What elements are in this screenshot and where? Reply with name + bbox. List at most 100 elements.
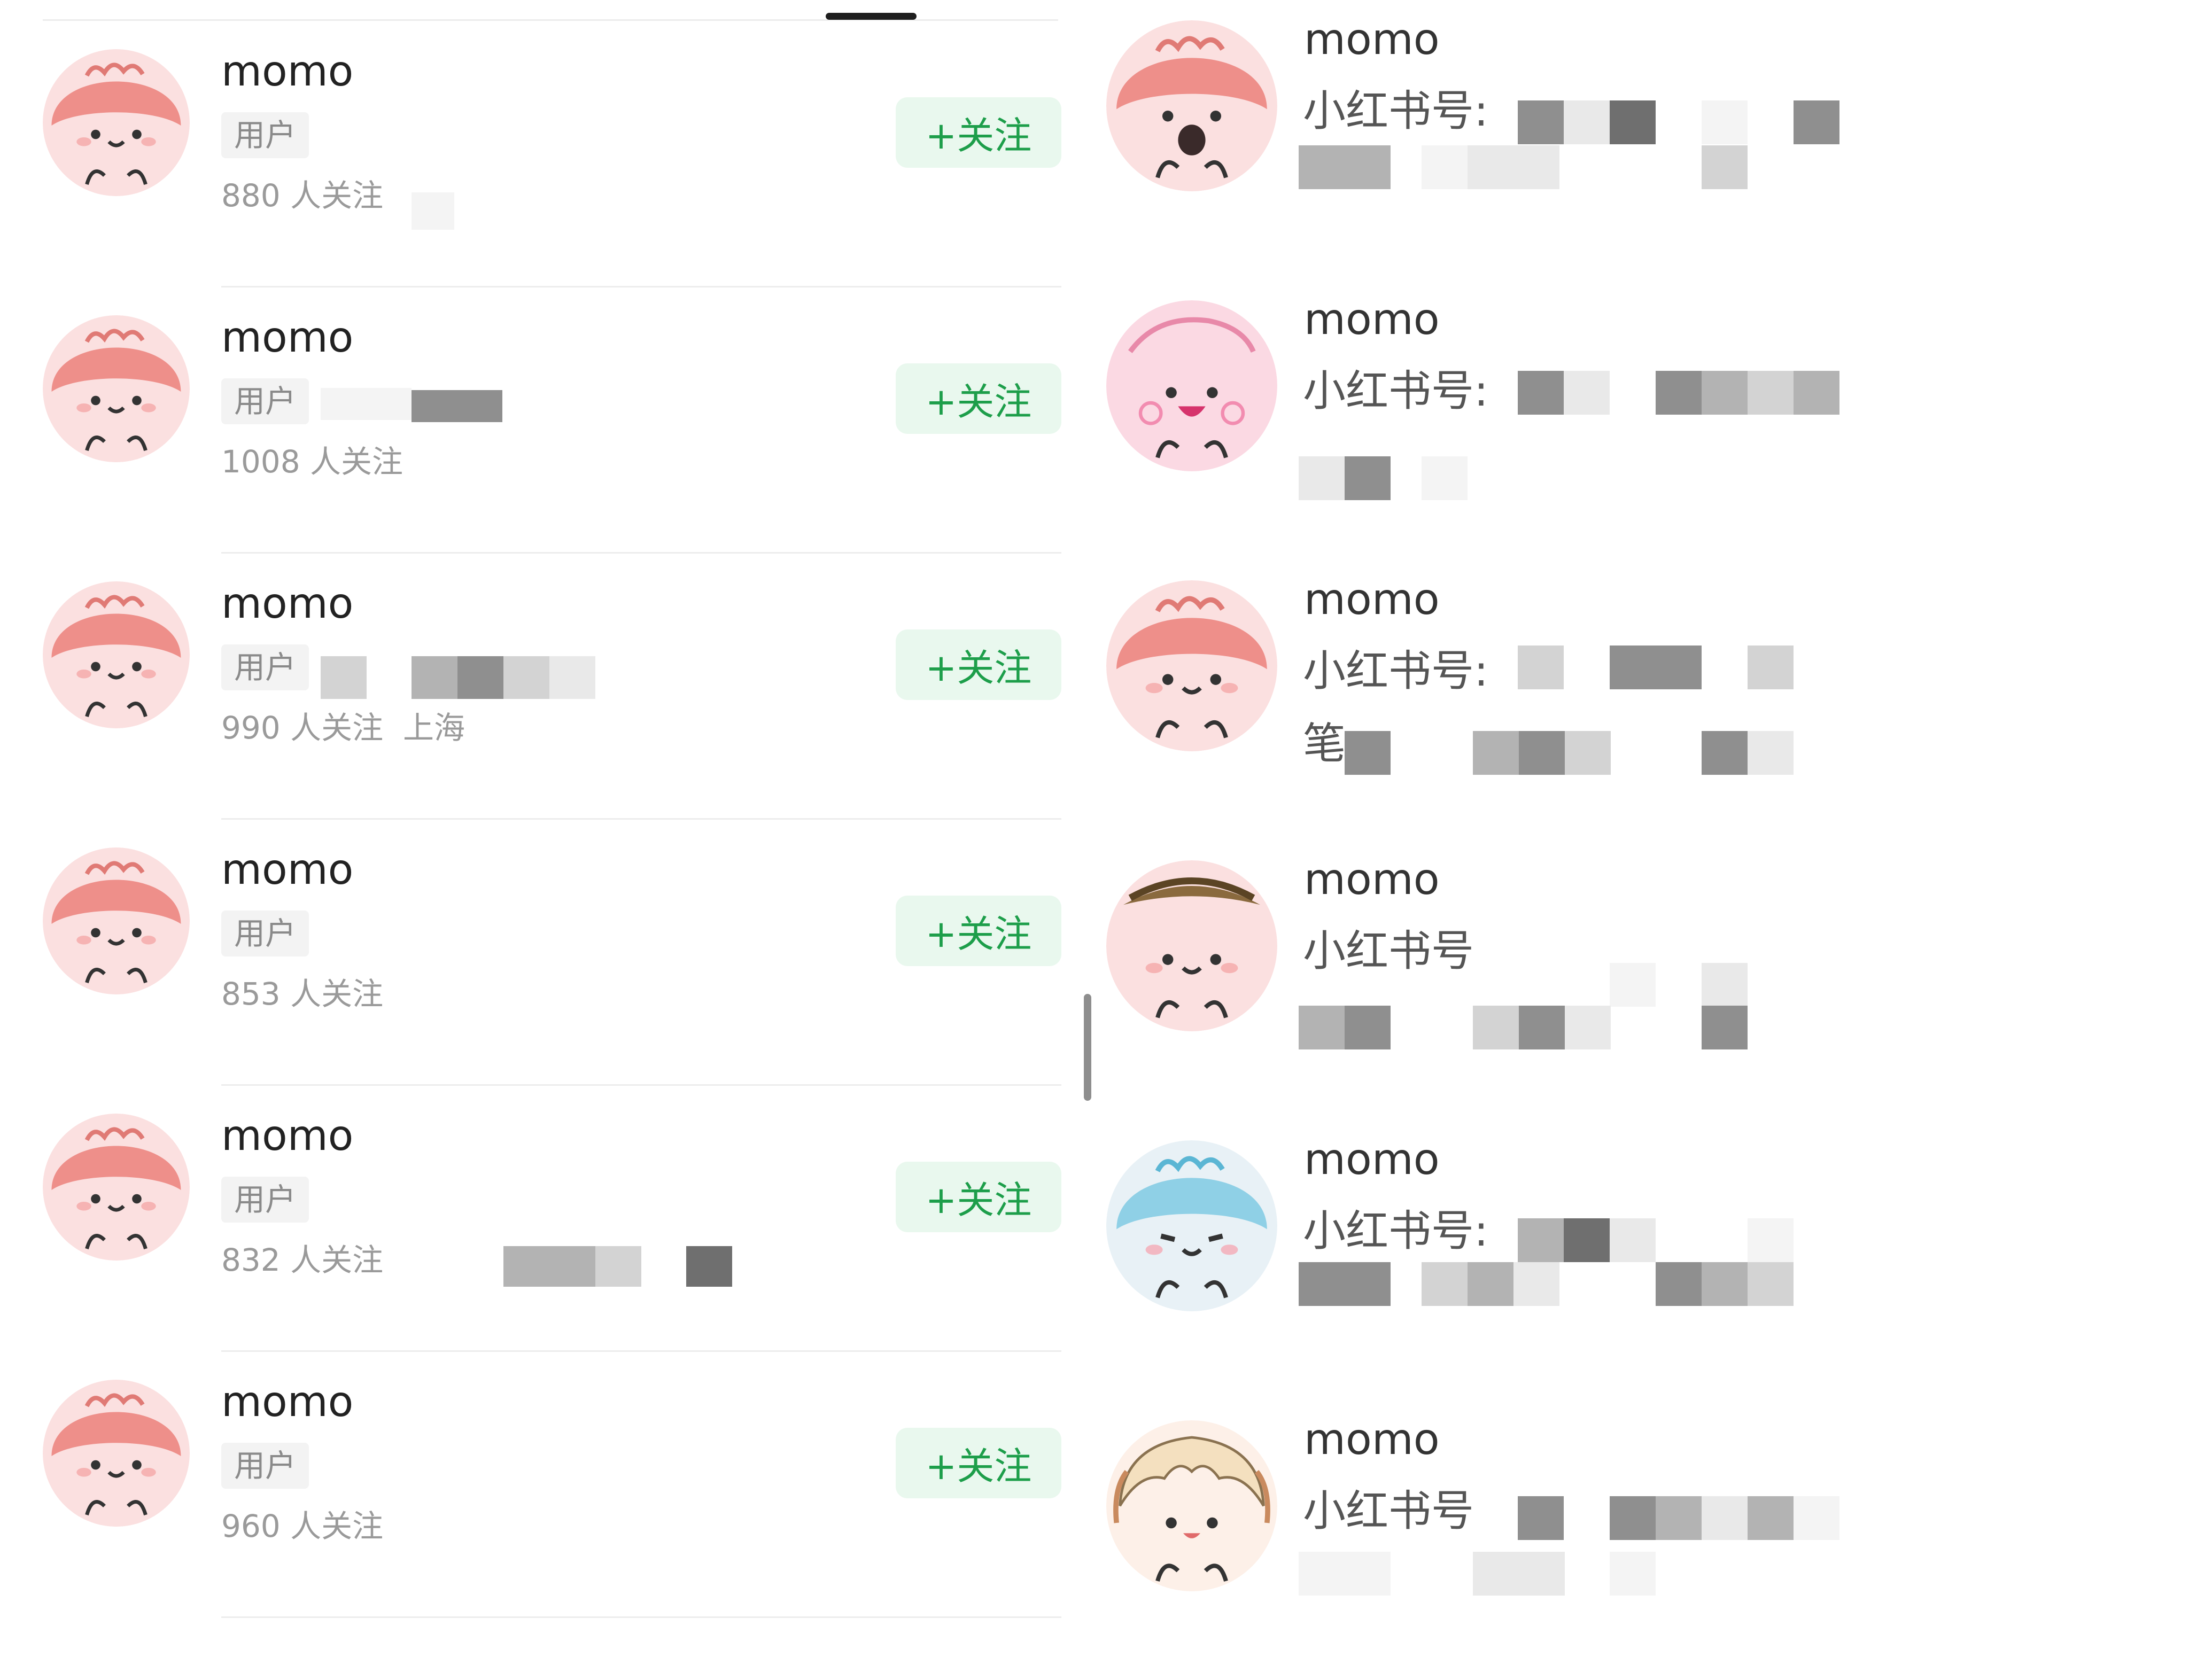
mosaic-block (1564, 1218, 1610, 1262)
user-avatar[interactable] (43, 1114, 190, 1261)
user-avatar[interactable] (43, 1380, 190, 1527)
mosaic-block (1748, 1496, 1794, 1540)
user-name[interactable]: momo (221, 1111, 353, 1162)
location-text: 上海 (403, 710, 465, 746)
mosaic-block (1748, 1218, 1794, 1262)
user-row[interactable]: momo 用户 853 人关注 +关注 (0, 820, 1069, 1086)
mosaic-block (1518, 1496, 1564, 1540)
mosaic-block (549, 656, 595, 699)
mosaic-block (321, 388, 412, 420)
momo-avatar-icon (43, 315, 190, 462)
mosaic-block (1794, 1496, 1839, 1540)
user-avatar[interactable] (1106, 20, 1277, 191)
user-name[interactable]: momo (221, 1378, 353, 1428)
follow-button[interactable]: +关注 (896, 97, 1061, 168)
result-row[interactable]: momo 小红书号 (1101, 840, 2189, 1120)
user-type-tag: 用户 (221, 112, 309, 158)
mosaic-block (1299, 1262, 1391, 1306)
mosaic-block (1518, 1218, 1564, 1262)
xiaohongshu-id-label: 小红书号: (1303, 646, 1488, 696)
follower-count: 1008 人关注 (221, 444, 403, 480)
mosaic-block (1345, 1006, 1391, 1049)
mosaic-block (1513, 1262, 1559, 1306)
user-avatar[interactable] (43, 315, 190, 462)
user-avatar[interactable] (1106, 860, 1277, 1031)
user-type-tag: 用户 (221, 1443, 309, 1489)
momo-surprised-avatar-icon (1106, 20, 1277, 191)
xiaohongshu-id-label: 小红书号: (1303, 366, 1488, 416)
mosaic-block (1299, 145, 1391, 189)
mosaic-block (595, 1246, 641, 1287)
user-name[interactable]: momo (1304, 14, 1440, 65)
user-name[interactable]: momo (1304, 574, 1440, 625)
follow-button[interactable]: +关注 (896, 363, 1061, 434)
mosaic-block (1299, 1006, 1345, 1049)
mosaic-block (1345, 456, 1391, 500)
follower-count: 853 人关注 (221, 976, 384, 1012)
user-type-tag: 用户 (221, 378, 309, 424)
mosaic-block (412, 192, 454, 230)
momo-blue-avatar-icon (1106, 1140, 1277, 1311)
xiaohongshu-id-label: 小红书号: (1303, 86, 1488, 136)
mosaic-block (1564, 100, 1610, 144)
mosaic-block (457, 656, 503, 699)
user-name[interactable]: momo (221, 313, 353, 363)
user-avatar[interactable] (43, 49, 190, 196)
mosaic-block (1656, 1262, 1702, 1306)
result-row[interactable]: momo 小红书号: 笔 (1101, 560, 2189, 840)
mosaic-block (321, 656, 367, 699)
user-name[interactable]: momo (1304, 854, 1440, 905)
scrollbar[interactable] (1084, 994, 1091, 1101)
user-name[interactable]: momo (221, 845, 353, 896)
notes-label: 笔 (1303, 719, 1346, 768)
user-avatar[interactable] (1106, 1420, 1277, 1591)
mosaic-block (1702, 100, 1748, 144)
xiaohongshu-id-label: 小红书号 (1303, 926, 1474, 976)
mosaic-block (1702, 1496, 1748, 1540)
user-row[interactable]: momo 用户 880 人关注 +关注 (0, 21, 1069, 287)
user-avatar[interactable] (1106, 1140, 1277, 1311)
follow-button[interactable]: +关注 (896, 896, 1061, 966)
momo-brown-hat-avatar-icon (1106, 860, 1277, 1031)
user-avatar[interactable] (43, 847, 190, 994)
follow-button[interactable]: +关注 (896, 1162, 1061, 1232)
user-row[interactable]: momo 用户 832 人关注 +关注 (0, 1086, 1069, 1352)
mosaic-block (1610, 1552, 1656, 1596)
mosaic-block (503, 656, 549, 699)
follow-list-panel: momo 用户 880 人关注 +关注 momo 用户 1008 人关注 +关注… (0, 0, 1069, 1642)
mosaic-block (1299, 1552, 1391, 1596)
follower-count: 832 人关注 (221, 1242, 384, 1278)
mosaic-block (412, 656, 457, 699)
mosaic-block (1656, 371, 1702, 415)
user-name[interactable]: momo (1304, 1134, 1440, 1185)
result-row[interactable]: momo 小红书号 (1101, 1400, 2189, 1680)
mosaic-block (1473, 731, 1519, 775)
result-row[interactable]: momo 小红书号: (1101, 1120, 2189, 1400)
follow-button[interactable]: +关注 (896, 629, 1061, 700)
follower-count: 960 人关注 (221, 1508, 384, 1544)
result-row[interactable]: momo 小红书号: (1101, 0, 2189, 280)
mosaic-block (1299, 456, 1345, 500)
user-avatar[interactable] (1106, 580, 1277, 751)
follow-button[interactable]: +关注 (896, 1428, 1061, 1498)
mosaic-block (1518, 100, 1564, 144)
drag-handle[interactable] (826, 13, 917, 20)
mosaic-block (412, 390, 502, 422)
user-name[interactable]: momo (221, 47, 353, 97)
mosaic-block (1702, 1262, 1748, 1306)
mosaic-block (1564, 371, 1610, 415)
row-divider (221, 1616, 1061, 1618)
user-row[interactable]: momo 用户 960 人关注 +关注 (0, 1352, 1069, 1618)
user-row[interactable]: momo 用户 1008 人关注 +关注 (0, 287, 1069, 554)
user-name[interactable]: momo (1304, 1414, 1440, 1465)
mosaic-block (1702, 731, 1748, 775)
user-row[interactable]: momo 用户 990 人关注 上海 +关注 (0, 554, 1069, 820)
momo-avatar-icon (43, 847, 190, 994)
user-name[interactable]: momo (221, 579, 353, 629)
result-row[interactable]: momo 小红书号: (1101, 280, 2189, 560)
user-name[interactable]: momo (1304, 294, 1440, 345)
user-avatar[interactable] (43, 581, 190, 728)
mosaic-block (1468, 145, 1559, 189)
mosaic-block (1748, 731, 1794, 775)
user-avatar[interactable] (1106, 300, 1277, 471)
